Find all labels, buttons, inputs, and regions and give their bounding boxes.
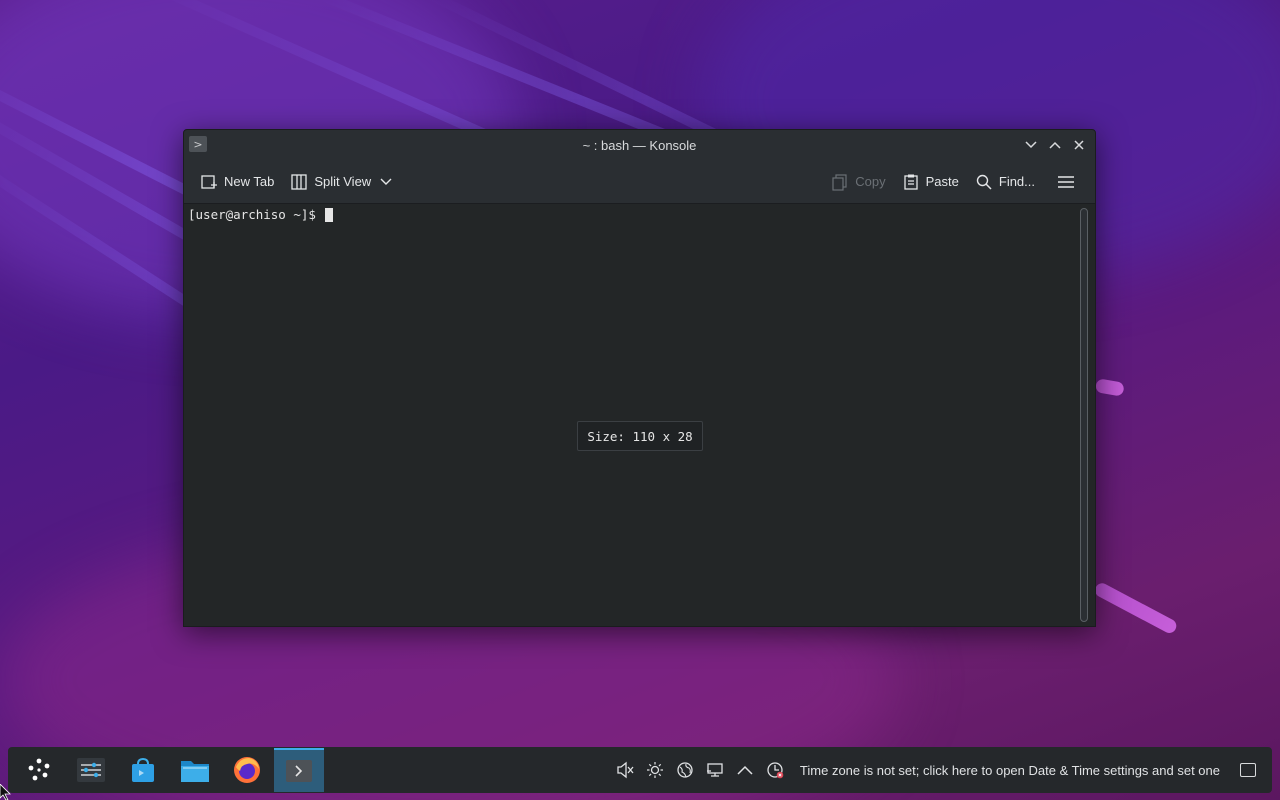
window-controls — [1021, 134, 1089, 156]
taskbar: Time zone is not set; click here to open… — [8, 747, 1272, 793]
find-button[interactable]: Find... — [969, 169, 1041, 195]
chevron-up-icon — [1049, 141, 1061, 149]
system-tray: Time zone is not set; click here to open… — [616, 761, 1266, 779]
split-view-button[interactable]: Split View — [284, 169, 401, 195]
system-settings-button[interactable] — [66, 748, 116, 792]
main-menu-button[interactable] — [1051, 169, 1081, 195]
display-icon[interactable] — [706, 761, 724, 779]
discover-button[interactable] — [118, 748, 168, 792]
clock-label[interactable]: Time zone is not set; click here to open… — [800, 763, 1220, 778]
maximize-button[interactable] — [1045, 134, 1065, 156]
brightness-icon[interactable] — [646, 761, 664, 779]
konsole-window: > ~ : bash — Konsole New Tab Split View … — [183, 129, 1096, 627]
new-tab-icon — [200, 173, 218, 191]
find-label: Find... — [998, 174, 1035, 189]
paste-button[interactable]: Paste — [896, 169, 965, 195]
chevron-down-icon[interactable] — [377, 173, 395, 191]
settings-icon — [77, 758, 105, 782]
app-launcher-button[interactable] — [14, 748, 64, 792]
new-tab-button[interactable]: New Tab — [194, 169, 280, 195]
new-tab-label: New Tab — [224, 174, 275, 189]
close-button[interactable] — [1069, 134, 1089, 156]
terminal-icon — [286, 760, 312, 782]
clock-alert-icon[interactable] — [766, 761, 784, 779]
search-icon — [975, 173, 993, 191]
firefox-button[interactable] — [222, 748, 272, 792]
expand-tray-icon[interactable] — [736, 761, 754, 779]
copy-label: Copy — [855, 174, 886, 189]
shell-prompt: [user@archiso ~]$ — [188, 207, 316, 222]
minimize-button[interactable] — [1021, 134, 1041, 156]
show-desktop-icon[interactable] — [1240, 763, 1256, 777]
mouse-pointer-icon — [0, 784, 11, 800]
window-title: ~ : bash — Konsole — [582, 137, 697, 153]
paste-label: Paste — [925, 174, 959, 189]
size-overlay: Size: 110 x 28 — [577, 421, 703, 451]
prompt-line: [user@archiso ~]$ — [188, 207, 334, 222]
window-titlebar[interactable]: > ~ : bash — Konsole — [184, 130, 1095, 160]
paste-icon — [902, 173, 920, 191]
discover-icon — [132, 757, 154, 782]
folder-icon — [181, 761, 209, 782]
konsole-task-button[interactable] — [274, 748, 324, 792]
copy-icon — [831, 173, 849, 191]
toolbar: New Tab Split View Copy Paste Find... — [184, 160, 1095, 204]
close-icon — [1074, 140, 1084, 150]
scrollbar[interactable] — [1080, 208, 1088, 622]
terminal-area[interactable]: [user@archiso ~]$ Size: 110 x 28 — [184, 204, 1095, 626]
volume-muted-icon[interactable] — [616, 761, 634, 779]
app-launcher-icon — [28, 758, 50, 781]
text-cursor — [325, 207, 334, 222]
network-icon[interactable] — [676, 761, 694, 779]
split-view-label: Split View — [314, 174, 372, 189]
split-view-icon — [290, 173, 308, 191]
copy-button[interactable]: Copy — [825, 169, 891, 195]
firefox-icon — [234, 757, 260, 783]
terminal-icon[interactable]: > — [189, 136, 207, 152]
hamburger-icon — [1057, 173, 1075, 191]
chevron-down-icon — [1025, 141, 1037, 149]
dolphin-button[interactable] — [170, 748, 220, 792]
